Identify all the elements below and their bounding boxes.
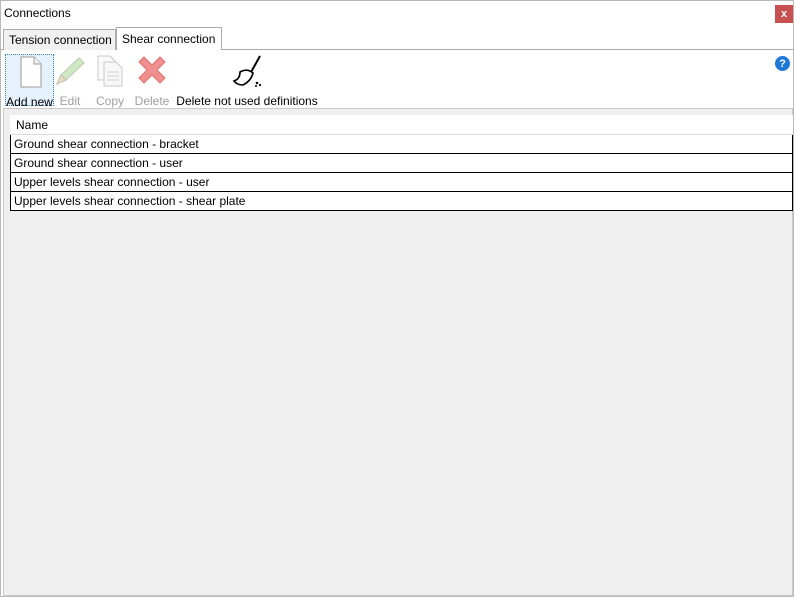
table-row[interactable]: Ground shear connection - bracket [10, 135, 793, 154]
connections-window: Connections x Tension connection Shear c… [0, 0, 794, 597]
connections-list-panel: Name Ground shear connection - bracket G… [3, 108, 793, 596]
delete-label: Delete [134, 94, 170, 108]
table-row[interactable]: Upper levels shear connection - user [10, 173, 793, 192]
title-bar: Connections x [1, 1, 793, 27]
delete-x-icon [135, 54, 169, 88]
tab-tension-connection[interactable]: Tension connection [3, 29, 116, 50]
close-button[interactable]: x [775, 5, 793, 23]
add-new-button[interactable]: Add new [5, 54, 54, 109]
add-new-label: Add new [6, 95, 53, 109]
delete-button[interactable]: Delete [134, 54, 170, 108]
help-icon[interactable]: ? [775, 56, 790, 71]
table-row[interactable]: Ground shear connection - user [10, 154, 793, 173]
delete-unused-label: Delete not used definitions [176, 94, 318, 108]
broom-icon [230, 54, 264, 88]
column-header-name[interactable]: Name [10, 115, 793, 135]
copy-button[interactable]: Copy [93, 54, 127, 108]
toolbar: Add new Edit Copy Delete Delete not used… [1, 50, 793, 109]
connections-grid: Name Ground shear connection - bracket G… [10, 115, 793, 211]
table-row[interactable]: Upper levels shear connection - shear pl… [10, 192, 793, 211]
window-title: Connections [4, 6, 71, 20]
edit-label: Edit [59, 94, 81, 108]
delete-unused-definitions-button[interactable]: Delete not used definitions [175, 54, 319, 108]
pencil-icon [53, 54, 87, 88]
new-document-icon [13, 55, 47, 89]
copy-icon [93, 54, 127, 88]
edit-button[interactable]: Edit [53, 54, 87, 108]
tab-shear-connection[interactable]: Shear connection [116, 27, 222, 50]
copy-label: Copy [95, 94, 124, 108]
